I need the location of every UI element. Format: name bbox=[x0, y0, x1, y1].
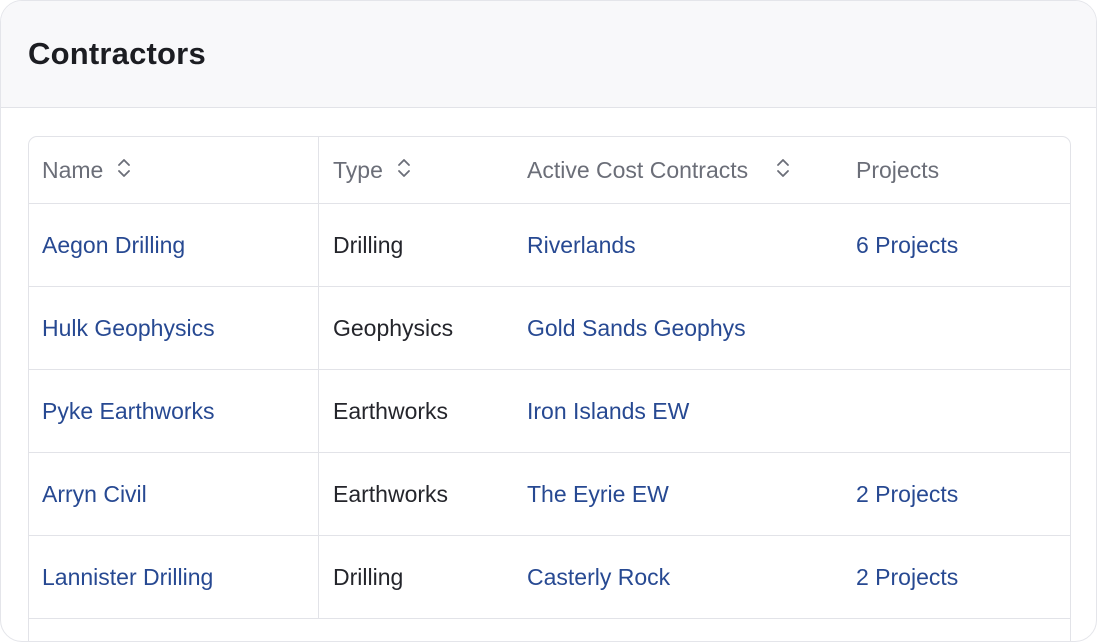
contractor-name-link[interactable]: Hulk Geophysics bbox=[42, 315, 215, 341]
contractor-type: Geophysics bbox=[333, 314, 454, 341]
page-title: Contractors bbox=[28, 36, 206, 71]
contractor-name-link[interactable]: Lannister Drilling bbox=[42, 564, 213, 590]
table-row: Pyke Earthworks Earthworks Iron Islands … bbox=[29, 369, 1070, 453]
table-row: Lannister Drilling Drilling Casterly Roc… bbox=[29, 535, 1070, 619]
table-row: Arryn Civil Earthworks The Eyrie EW 2 Pr… bbox=[29, 452, 1070, 536]
contractors-table: Name Type Active Cost Contracts Projects… bbox=[29, 137, 1070, 619]
column-header-projects: Projects bbox=[842, 137, 1070, 204]
sort-icon[interactable] bbox=[117, 157, 131, 184]
contractors-table-container: Name Type Active Cost Contracts Projects… bbox=[28, 136, 1071, 641]
table-row: Hulk Geophysics Geophysics Gold Sands Ge… bbox=[29, 286, 1070, 370]
table-row: Aegon Drilling Drilling Riverlands 6 Pro… bbox=[29, 203, 1070, 287]
card-header: Contractors bbox=[1, 1, 1096, 108]
contract-link[interactable]: Gold Sands Geophys bbox=[527, 315, 746, 341]
column-label: Active Cost Contracts bbox=[527, 156, 749, 183]
contractor-type: Drilling bbox=[333, 231, 404, 258]
contractor-name-link[interactable]: Pyke Earthworks bbox=[42, 398, 215, 424]
column-header-active-cost-contracts[interactable]: Active Cost Contracts bbox=[512, 137, 842, 204]
contractor-type: Drilling bbox=[333, 563, 404, 590]
contract-link[interactable]: Iron Islands EW bbox=[527, 398, 689, 424]
column-label: Name bbox=[42, 156, 104, 183]
contractor-name-link[interactable]: Aegon Drilling bbox=[42, 232, 185, 258]
sort-icon[interactable] bbox=[776, 157, 790, 184]
contract-link[interactable]: Riverlands bbox=[527, 232, 636, 258]
contract-link[interactable]: The Eyrie EW bbox=[527, 481, 669, 507]
projects-link[interactable]: 2 Projects bbox=[856, 481, 958, 507]
contract-link[interactable]: Casterly Rock bbox=[527, 564, 670, 590]
column-header-type[interactable]: Type bbox=[318, 137, 512, 204]
sort-icon[interactable] bbox=[397, 157, 411, 184]
contractor-type: Earthworks bbox=[333, 480, 449, 507]
contractors-card: Contractors Name Type Active Cost Contra… bbox=[0, 0, 1097, 642]
column-header-name[interactable]: Name bbox=[29, 137, 319, 204]
contractor-type: Earthworks bbox=[333, 397, 449, 424]
column-label: Type bbox=[333, 156, 383, 183]
projects-link[interactable]: 2 Projects bbox=[856, 564, 958, 590]
projects-link[interactable]: 6 Projects bbox=[856, 232, 958, 258]
contractor-name-link[interactable]: Arryn Civil bbox=[42, 481, 147, 507]
table-header-row: Name Type Active Cost Contracts Projects bbox=[29, 137, 1070, 204]
column-label: Projects bbox=[856, 156, 940, 183]
